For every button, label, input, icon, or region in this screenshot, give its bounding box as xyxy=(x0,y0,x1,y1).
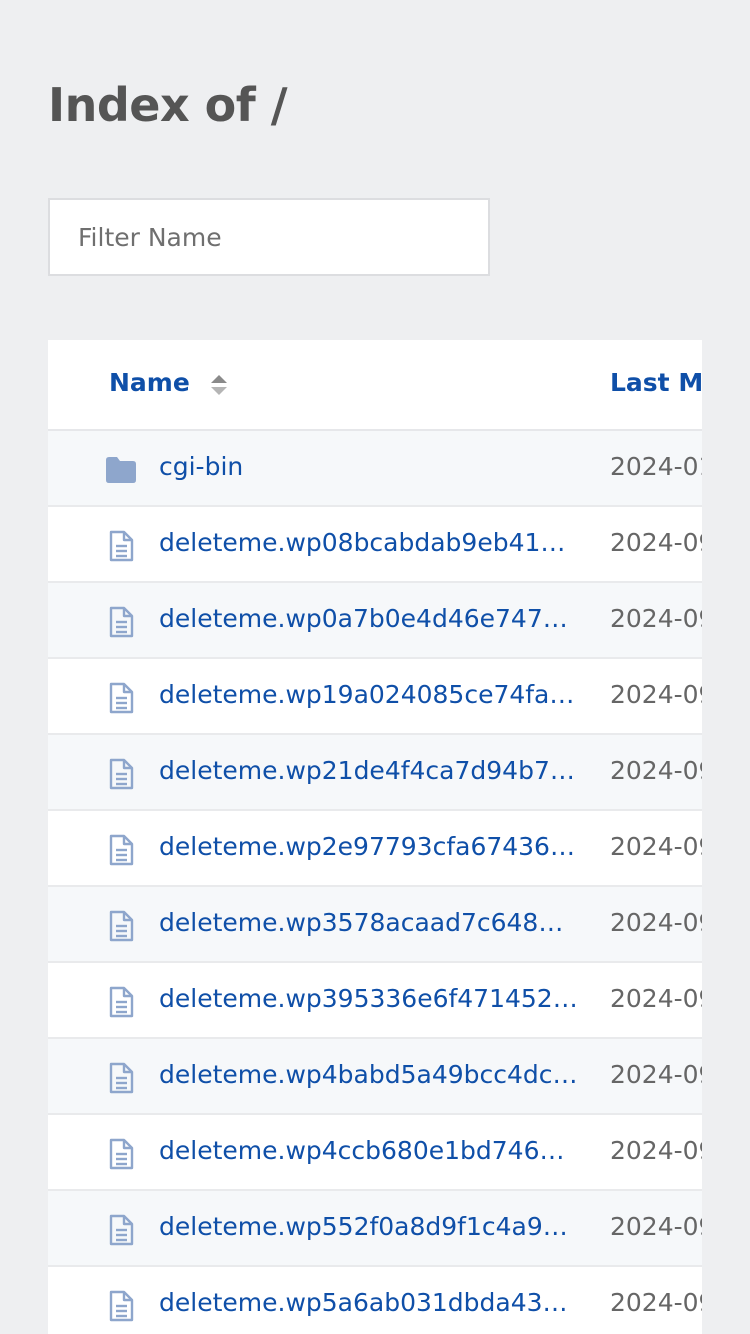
file-name-link[interactable]: deleteme.wp2e97793cfa67436f… xyxy=(159,832,579,861)
file-name-link[interactable]: deleteme.wp395336e6f4714520… xyxy=(159,984,579,1013)
last-modified-value: 2024-09 xyxy=(610,528,702,557)
last-modified-value: 2024-09 xyxy=(610,908,702,937)
last-modified-value: 2024-09 xyxy=(610,1288,702,1317)
file-icon xyxy=(104,986,138,1018)
file-icon xyxy=(104,682,138,714)
file-name-link[interactable]: deleteme.wp4babd5a49bcc4dc… xyxy=(159,1060,579,1089)
last-modified-value: 2024-09 xyxy=(610,832,702,861)
folder-row[interactable]: cgi-bin 2024-01 xyxy=(48,431,702,507)
file-icon xyxy=(104,606,138,638)
file-row[interactable]: deleteme.wp4babd5a49bcc4dc… 2024-09 xyxy=(48,1039,702,1115)
last-modified-value: 2024-09 xyxy=(610,1060,702,1089)
file-name-link[interactable]: deleteme.wp552f0a8d9f1c4a96… xyxy=(159,1212,579,1241)
file-row[interactable]: deleteme.wp19a024085ce74fa8… 2024-09 xyxy=(48,659,702,735)
last-modified-value: 2024-09 xyxy=(610,604,702,633)
last-modified-value: 2024-09 xyxy=(610,984,702,1013)
file-row[interactable]: deleteme.wp395336e6f4714520… 2024-09 xyxy=(48,963,702,1039)
file-row[interactable]: deleteme.wp0a7b0e4d46e747d… 2024-09 xyxy=(48,583,702,659)
table-header: Name Last Mo xyxy=(48,340,702,431)
file-row[interactable]: deleteme.wp21de4f4ca7d94b7… 2024-09 xyxy=(48,735,702,811)
file-icon xyxy=(104,530,138,562)
last-modified-value: 2024-09 xyxy=(610,756,702,785)
file-icon xyxy=(104,758,138,790)
sort-icon[interactable] xyxy=(210,373,228,397)
file-name-link[interactable]: deleteme.wp21de4f4ca7d94b7… xyxy=(159,756,579,785)
file-row[interactable]: deleteme.wp2e97793cfa67436f… 2024-09 xyxy=(48,811,702,887)
last-modified-value: 2024-01 xyxy=(610,452,702,481)
page: Index of / Name Last Mo cgi-bin 2024-01 de… xyxy=(0,0,750,1334)
file-name-link[interactable]: deleteme.wp5a6ab031dbda430… xyxy=(159,1288,579,1317)
column-header-name[interactable]: Name xyxy=(109,368,190,397)
column-header-last-modified[interactable]: Last Mo xyxy=(610,368,702,397)
file-name-link[interactable]: deleteme.wp3578acaad7c6481… xyxy=(159,908,579,937)
file-row[interactable]: deleteme.wp4ccb680e1bd7466… 2024-09 xyxy=(48,1115,702,1191)
last-modified-value: 2024-09 xyxy=(610,680,702,709)
page-title: Index of / xyxy=(48,78,288,132)
file-icon xyxy=(104,834,138,866)
folder-icon xyxy=(104,454,138,486)
file-table: Name Last Mo cgi-bin 2024-01 deleteme.wp08… xyxy=(48,340,702,1334)
file-row[interactable]: deleteme.wp3578acaad7c6481… 2024-09 xyxy=(48,887,702,963)
file-icon xyxy=(104,1290,138,1322)
table-body: cgi-bin 2024-01 deleteme.wp08bcabdab9eb418… xyxy=(48,431,702,1334)
file-row[interactable]: deleteme.wp552f0a8d9f1c4a96… 2024-09 xyxy=(48,1191,702,1267)
last-modified-value: 2024-09 xyxy=(610,1212,702,1241)
file-name-link[interactable]: deleteme.wp19a024085ce74fa8… xyxy=(159,680,579,709)
filter-name-input[interactable] xyxy=(48,198,490,276)
last-modified-value: 2024-09 xyxy=(610,1136,702,1165)
file-icon xyxy=(104,1138,138,1170)
file-name-link[interactable]: deleteme.wp4ccb680e1bd7466… xyxy=(159,1136,579,1165)
file-name-link[interactable]: deleteme.wp0a7b0e4d46e747d… xyxy=(159,604,579,633)
file-name-link[interactable]: cgi-bin xyxy=(159,452,579,481)
file-icon xyxy=(104,1214,138,1246)
file-icon xyxy=(104,1062,138,1094)
file-name-link[interactable]: deleteme.wp08bcabdab9eb418… xyxy=(159,528,579,557)
file-row[interactable]: deleteme.wp08bcabdab9eb418… 2024-09 xyxy=(48,507,702,583)
file-row[interactable]: deleteme.wp5a6ab031dbda430… 2024-09 xyxy=(48,1267,702,1334)
file-icon xyxy=(104,910,138,942)
